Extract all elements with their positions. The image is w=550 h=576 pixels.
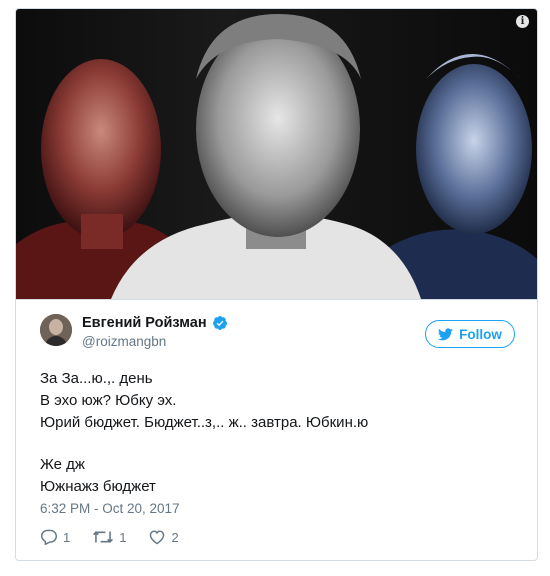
follow-label: Follow bbox=[459, 326, 502, 342]
like-count: 2 bbox=[171, 529, 179, 545]
tweet-embed-card: i Евгений Ройзман @roizmangbn Follow За bbox=[15, 8, 538, 561]
tweet-actions: 1 1 2 bbox=[40, 529, 201, 545]
verified-badge-icon bbox=[212, 316, 227, 330]
avatar-image bbox=[40, 314, 72, 346]
heart-icon bbox=[150, 530, 165, 545]
retweet-count: 1 bbox=[119, 529, 127, 545]
tweet-line-break bbox=[40, 434, 510, 454]
tweet-timestamp[interactable]: 6:32 PM - Oct 20, 2017 bbox=[40, 501, 180, 516]
tweet-line: Южнажз бюджет bbox=[40, 478, 156, 495]
tweet-line: Же дж bbox=[40, 456, 85, 473]
avatar[interactable] bbox=[40, 314, 72, 346]
twitter-bird-icon bbox=[438, 327, 453, 340]
tweet-text: За За...ю.,. день В эхо юж? Юбку эх. Юри… bbox=[40, 368, 510, 498]
info-icon[interactable]: i bbox=[516, 15, 529, 28]
tweet-header: Евгений Ройзман @roizmangbn Follow bbox=[16, 300, 537, 360]
author-name[interactable]: Евгений Ройзман bbox=[82, 315, 207, 331]
tweet-line: В эхо юж? Юбку эх. bbox=[40, 392, 177, 409]
tweet-photo[interactable]: i bbox=[16, 9, 537, 300]
follow-button[interactable]: Follow bbox=[425, 320, 515, 348]
author-name-row[interactable]: Евгений Ройзман bbox=[82, 315, 228, 331]
retweet-icon bbox=[93, 531, 114, 543]
like-action[interactable]: 2 bbox=[148, 529, 179, 545]
retweet-action[interactable]: 1 bbox=[92, 529, 126, 545]
photo-illustration bbox=[16, 14, 537, 299]
reply-icon bbox=[40, 529, 58, 545]
reply-count: 1 bbox=[63, 529, 71, 545]
author-handle[interactable]: @roizmangbn bbox=[82, 334, 166, 349]
tweet-line: За За...ю.,. день bbox=[40, 370, 153, 387]
tweet-line: Юрий бюджет. Бюджет..з,.. ж.. завтра. Юб… bbox=[40, 414, 369, 431]
reply-action[interactable]: 1 bbox=[40, 529, 70, 545]
